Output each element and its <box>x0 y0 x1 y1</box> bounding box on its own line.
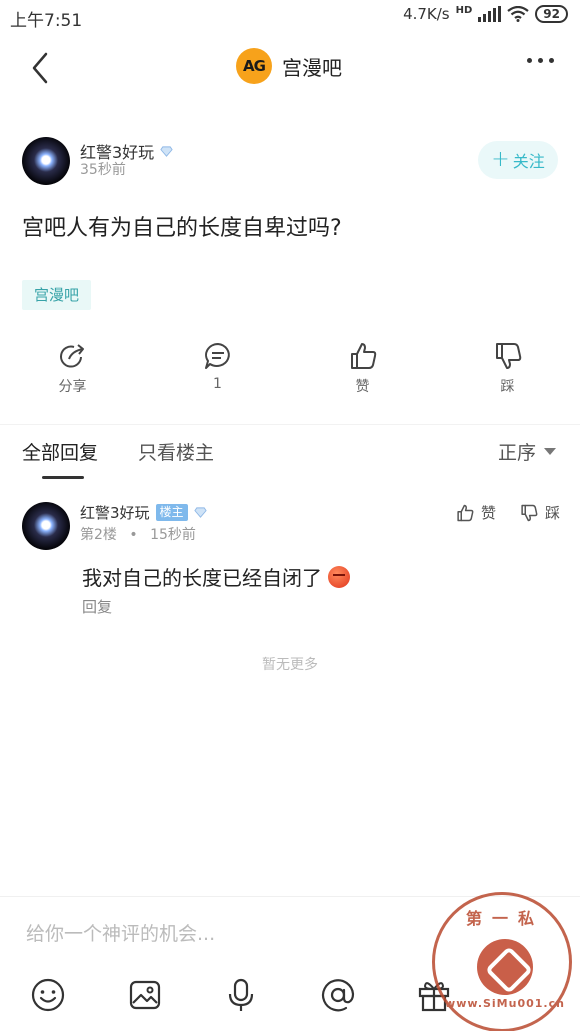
post-actions: 分享 1 赞 踩 <box>0 340 580 405</box>
reply-text: 我对自己的长度已经自闭了 <box>82 566 322 590</box>
image-icon[interactable] <box>127 977 163 1013</box>
watermark-top-text: 第一私 <box>465 909 544 928</box>
top-bar: AG 宫漫吧 <box>0 38 580 98</box>
avatar[interactable] <box>22 137 70 185</box>
thumbs-down-icon <box>495 343 521 369</box>
thumbs-up-icon <box>350 343 376 369</box>
like-label: 赞 <box>355 379 370 395</box>
network-speed: 4.7K/s <box>403 5 450 23</box>
status-time: 上午7:51 <box>10 11 83 31</box>
post-time: 35秒前 <box>80 162 126 178</box>
share-label: 分享 <box>58 379 87 395</box>
sort-dropdown[interactable]: 正序 <box>498 438 556 465</box>
share-icon <box>59 344 84 368</box>
tab-indicator <box>42 476 84 479</box>
tab-all-replies[interactable]: 全部回复 <box>22 438 98 465</box>
follow-button[interactable]: + 关注 <box>478 141 558 179</box>
network-type: HD <box>455 5 473 16</box>
comment-input[interactable]: 给你一个神评的机会... <box>26 919 215 946</box>
like-button[interactable]: 赞 <box>290 340 435 405</box>
reply-floor: 第2楼 <box>80 527 117 543</box>
reply-like-label: 赞 <box>480 504 496 522</box>
wifi-icon <box>507 6 529 22</box>
reply-item: 红警3好玩 楼主 第2楼 • 15秒前 赞 踩 我对自己的长度已经自闭了 回复 <box>22 500 562 620</box>
reply-author-row[interactable]: 红警3好玩 楼主 <box>80 502 207 523</box>
comment-count: 1 <box>213 376 222 392</box>
angry-emoji-icon <box>328 565 350 588</box>
status-right: 4.7K/s HD 92 <box>403 5 568 23</box>
more-options-icon[interactable] <box>527 58 554 63</box>
divider <box>0 424 580 425</box>
reply-content: 我对自己的长度已经自闭了 <box>82 562 350 591</box>
caret-down-icon <box>544 448 556 455</box>
watermark-logo <box>477 939 533 995</box>
mention-icon[interactable] <box>320 977 356 1013</box>
tab-op-only[interactable]: 只看楼主 <box>138 438 214 465</box>
post-author: 红警3好玩 35秒前 + 关注 <box>22 137 562 187</box>
back-arrow-icon[interactable] <box>26 50 56 86</box>
reply-author-name: 红警3好玩 <box>80 504 150 522</box>
reply-like-button[interactable]: 赞 <box>455 502 496 523</box>
watermark-bottom-text: www.SiMu001.cn <box>445 997 565 1010</box>
forum-title: 宫漫吧 <box>282 55 342 80</box>
comment-icon <box>204 343 230 369</box>
status-bar: 上午7:51 4.7K/s HD 92 <box>0 0 580 34</box>
forum-logo: AG <box>236 48 272 84</box>
reply-link[interactable]: 回复 <box>82 596 112 617</box>
dislike-button[interactable]: 踩 <box>435 340 580 405</box>
reply-dislike-button[interactable]: 踩 <box>519 502 560 523</box>
meta-separator: • <box>129 527 138 543</box>
smiley-icon[interactable] <box>30 977 66 1013</box>
diamond-badge-icon <box>160 145 173 157</box>
comment-button[interactable]: 1 <box>145 340 290 405</box>
microphone-icon[interactable] <box>223 977 259 1013</box>
signal-icon <box>478 6 502 22</box>
diamond-badge-icon <box>193 507 207 518</box>
battery-indicator: 92 <box>535 5 568 23</box>
forum-header[interactable]: AG 宫漫吧 <box>236 48 342 84</box>
op-badge: 楼主 <box>155 504 188 521</box>
plus-icon: + <box>491 147 510 172</box>
post-title: 宫吧人有为自己的长度自卑过吗? <box>22 216 342 241</box>
dislike-label: 踩 <box>500 379 515 395</box>
no-more-text: 暂无更多 <box>262 657 318 673</box>
thumbs-down-icon <box>521 504 538 521</box>
reply-meta: 第2楼 • 15秒前 <box>80 524 196 544</box>
reply-dislike-label: 踩 <box>544 504 560 522</box>
follow-label: 关注 <box>512 152 545 171</box>
forum-tag[interactable]: 宫漫吧 <box>22 280 92 310</box>
sort-label: 正序 <box>497 442 536 464</box>
watermark-stamp: 第一私 www.SiMu001.cn <box>432 892 572 1031</box>
reply-tabs: 全部回复 只看楼主 正序 <box>0 432 580 482</box>
reply-time: 15秒前 <box>150 527 196 543</box>
thumbs-up-icon <box>457 504 474 521</box>
avatar[interactable] <box>22 502 70 550</box>
share-button[interactable]: 分享 <box>0 340 145 405</box>
